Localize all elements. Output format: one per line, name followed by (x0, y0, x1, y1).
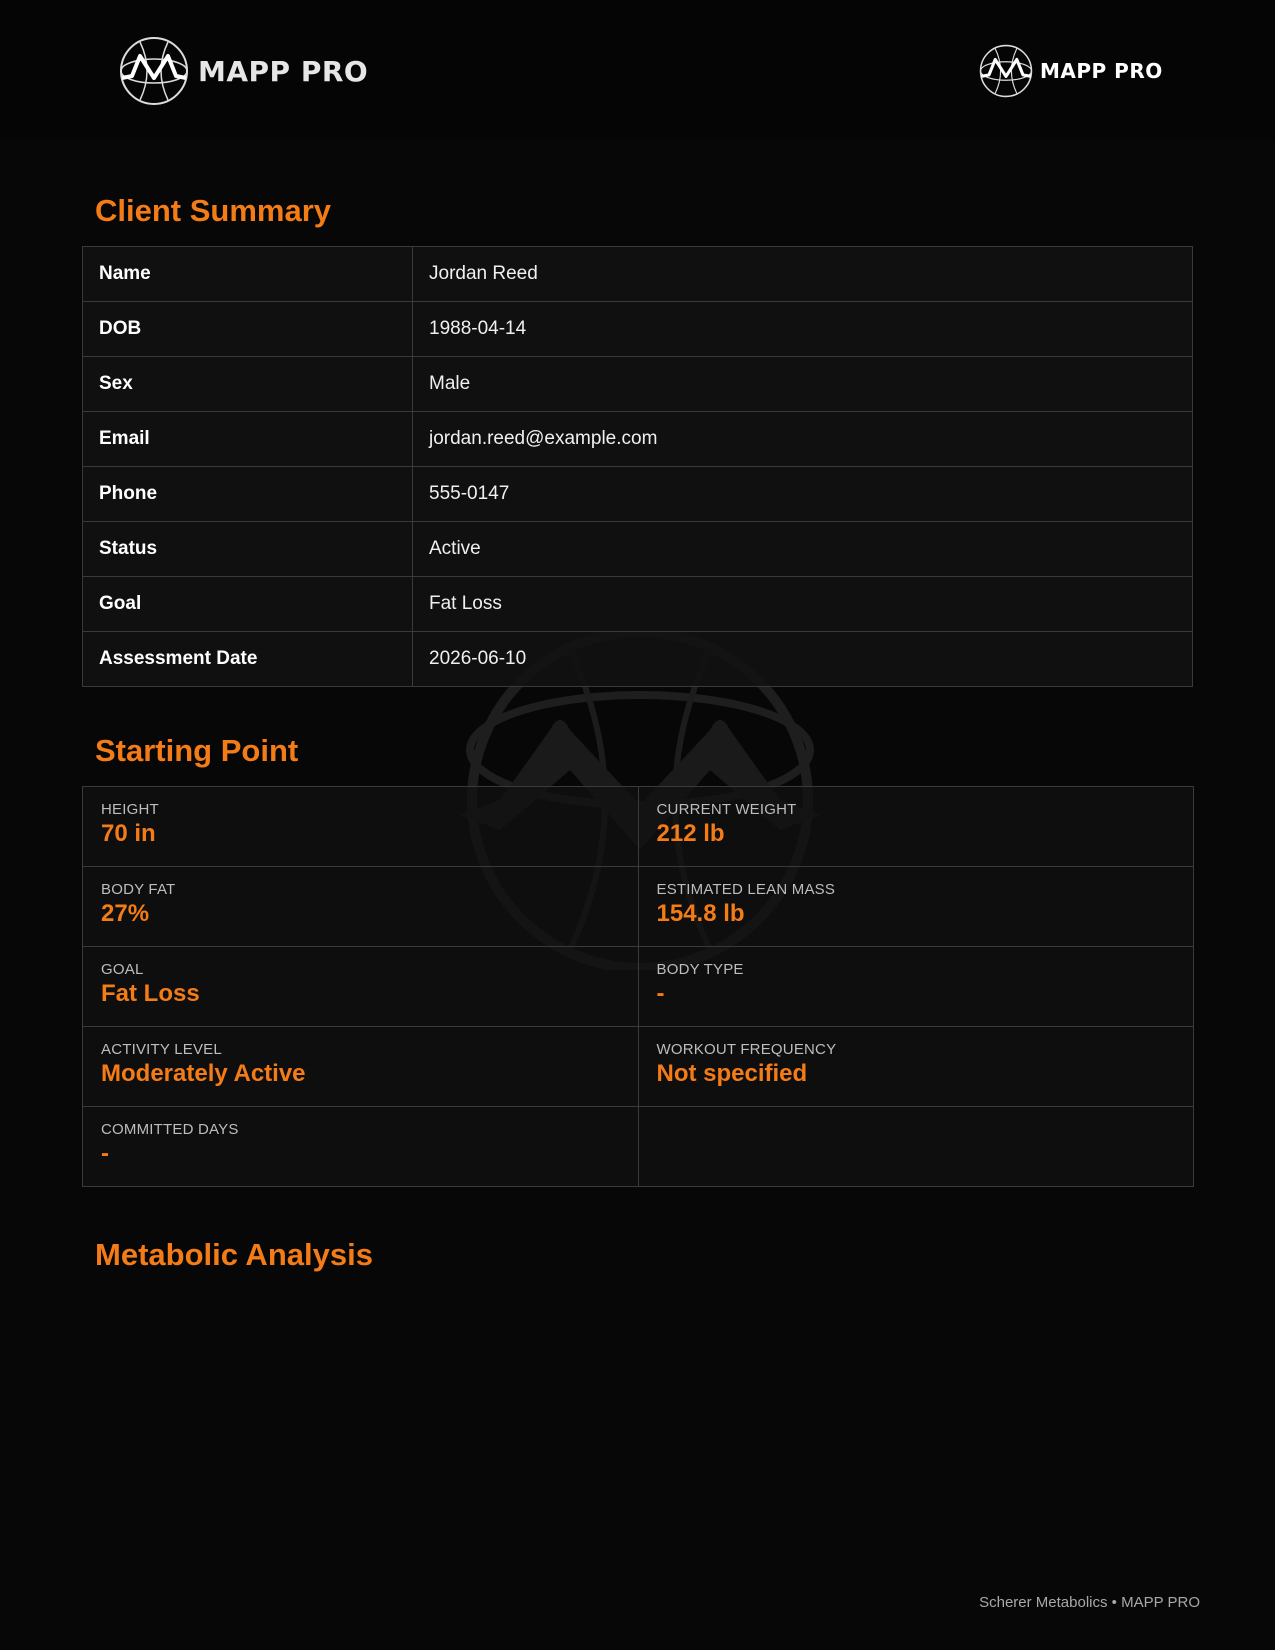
stat-height: HEIGHT 70 in (83, 787, 639, 867)
table-row: Assessment Date 2026-06-10 (82, 631, 1193, 687)
row-label: Name (82, 246, 413, 302)
row-value: jordan.reed@example.com (412, 411, 1193, 467)
starting-point-grid: HEIGHT 70 in CURRENT WEIGHT 212 lb BODY … (82, 786, 1194, 1187)
table-row: Goal Fat Loss (82, 576, 1193, 632)
brand-name: MAPP PRO (1040, 59, 1163, 83)
stat-label: ESTIMATED LEAN MASS (656, 881, 836, 898)
table-row: Phone 555-0147 (82, 466, 1193, 522)
stat-label: CURRENT WEIGHT (656, 801, 797, 818)
stat-activity-level: ACTIVITY LEVEL Moderately Active (83, 1027, 639, 1107)
stat-value: 212 lb (656, 820, 725, 847)
stat-value: 70 in (101, 820, 156, 847)
stat-value: - (101, 1140, 109, 1167)
row-label: Goal (82, 576, 413, 632)
table-row: Sex Male (82, 356, 1193, 412)
stat-label: GOAL (101, 961, 144, 978)
section-title-client-summary: Client Summary (95, 193, 332, 228)
stat-empty-cell (638, 1107, 1194, 1187)
section-title-starting-point: Starting Point (95, 733, 299, 768)
stat-current-weight: CURRENT WEIGHT 212 lb (638, 787, 1194, 867)
row-value: Active (412, 521, 1193, 577)
page-footer: Scherer Metabolics • MAPP PRO (979, 1594, 1200, 1611)
stat-body-fat: BODY FAT 27% (83, 867, 639, 947)
stat-value: - (656, 980, 665, 1007)
mapp-logo-icon (978, 44, 1034, 98)
stat-label: HEIGHT (101, 801, 159, 818)
stat-label: WORKOUT FREQUENCY (656, 1041, 837, 1058)
row-value: Male (412, 356, 1193, 412)
stat-value: Fat Loss (101, 980, 200, 1007)
stat-label: ACTIVITY LEVEL (101, 1041, 222, 1058)
row-label: Status (82, 521, 413, 577)
table-row: Name Jordan Reed (82, 246, 1193, 302)
row-label: Sex (82, 356, 413, 412)
page-header: MAPP PRO MAPP PRO (0, 0, 1275, 140)
stat-lean-mass: ESTIMATED LEAN MASS 154.8 lb (638, 867, 1194, 947)
row-value: Fat Loss (412, 576, 1193, 632)
row-label: Phone (82, 466, 413, 522)
stat-label: BODY FAT (101, 881, 176, 898)
stat-goal: GOAL Fat Loss (83, 947, 639, 1027)
brand-name: MAPP PRO (198, 54, 369, 88)
row-label: DOB (82, 301, 413, 357)
stat-committed-days: COMMITTED DAYS - (83, 1107, 639, 1187)
stat-workout-frequency: WORKOUT FREQUENCY Not specified (638, 1027, 1194, 1107)
row-value: 555-0147 (412, 466, 1193, 522)
stat-body-type: BODY TYPE - (638, 947, 1194, 1027)
stat-label: COMMITTED DAYS (101, 1121, 239, 1138)
brand-logo-left: MAPP PRO (118, 36, 368, 106)
stat-label: BODY TYPE (656, 961, 744, 978)
table-row: Email jordan.reed@example.com (82, 411, 1193, 467)
stat-value: Not specified (656, 1060, 808, 1087)
row-label: Email (82, 411, 413, 467)
stat-value: 154.8 lb (656, 900, 745, 927)
row-value: 2026-06-10 (412, 631, 1193, 687)
section-title-metabolic-analysis: Metabolic Analysis (95, 1237, 373, 1272)
row-value: Jordan Reed (412, 246, 1193, 302)
client-summary-table: Name Jordan Reed DOB 1988-04-14 Sex Male… (82, 246, 1193, 687)
table-row: Status Active (82, 521, 1193, 577)
stat-value: Moderately Active (101, 1060, 306, 1087)
brand-logo-right: MAPP PRO (978, 44, 1163, 98)
row-label: Assessment Date (82, 631, 413, 687)
mapp-logo-icon (118, 36, 190, 106)
stat-value: 27% (101, 900, 150, 927)
table-row: DOB 1988-04-14 (82, 301, 1193, 357)
row-value: 1988-04-14 (412, 301, 1193, 357)
